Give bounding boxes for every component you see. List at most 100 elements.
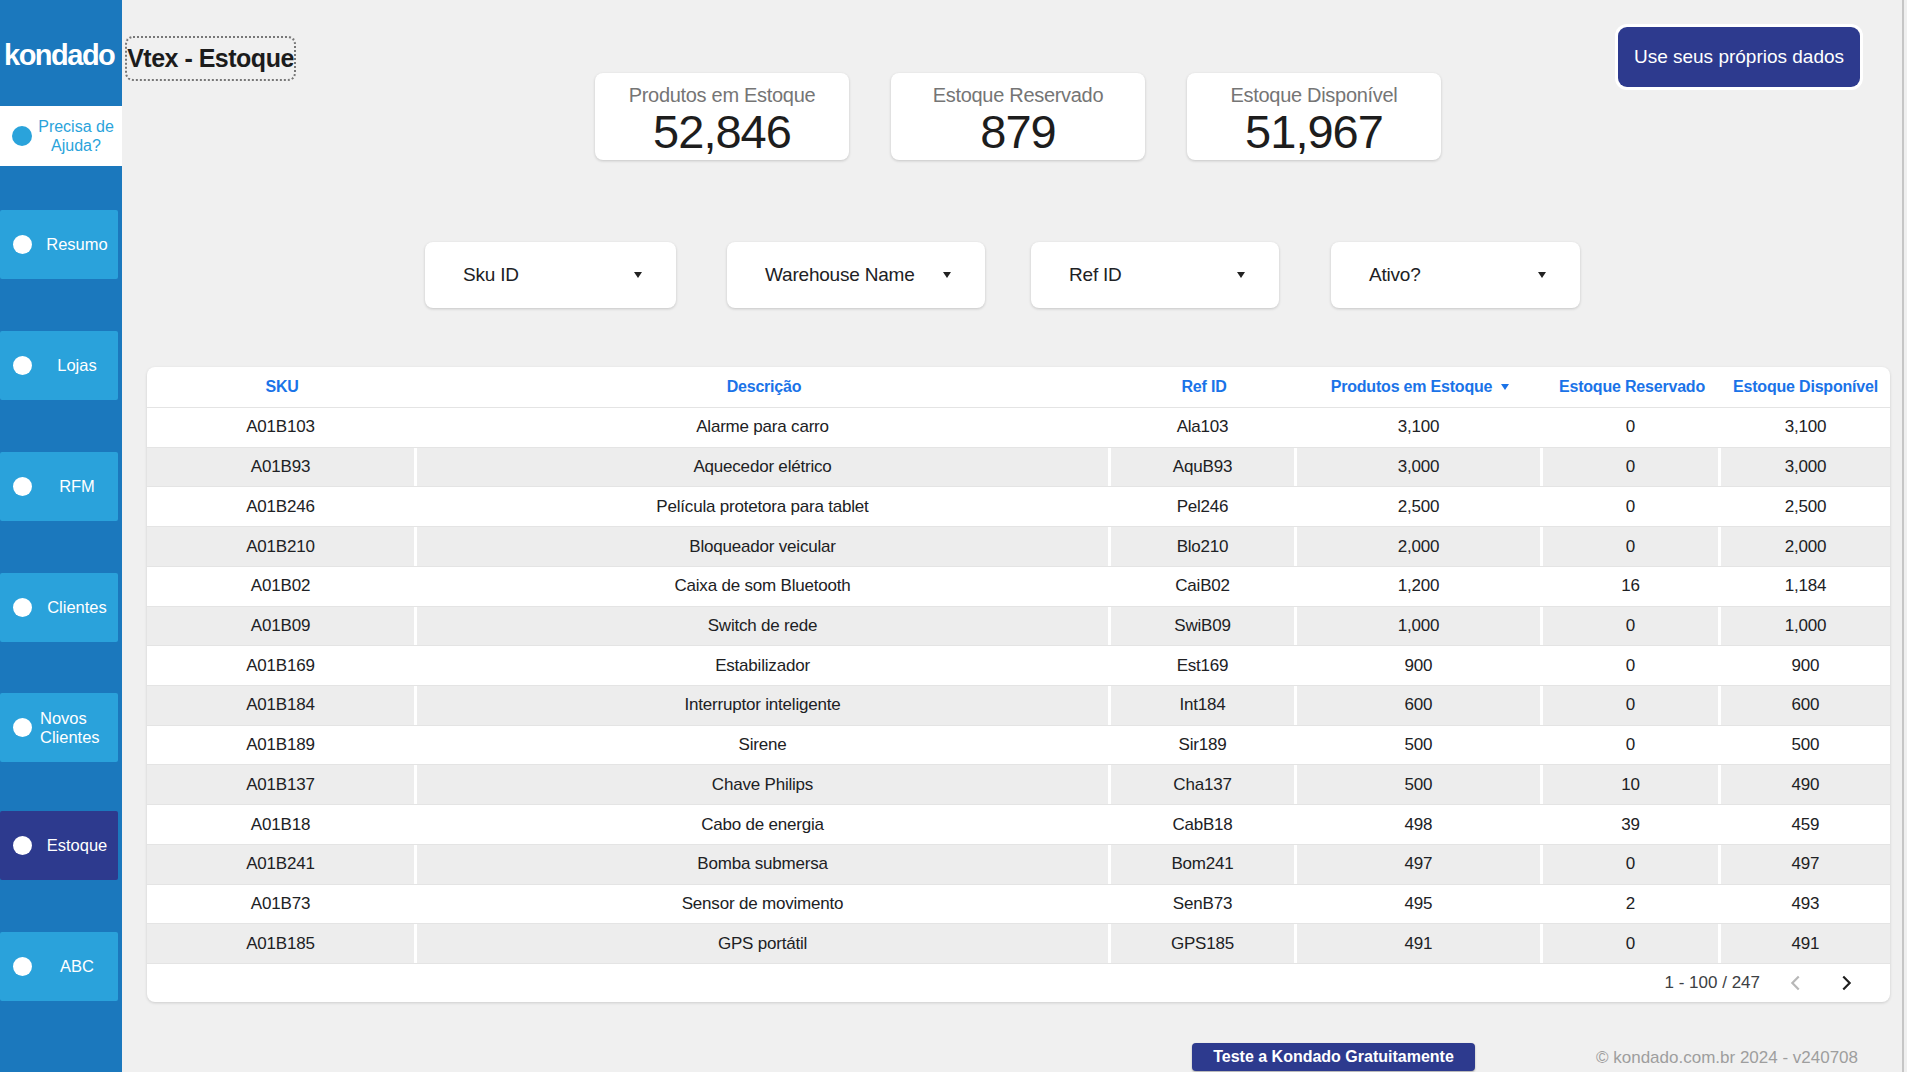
sidebar-item-clientes[interactable]: Clientes xyxy=(0,573,118,642)
table-cell: Ala103 xyxy=(1111,408,1297,447)
table-row: A01B189SireneSir1895000500 xyxy=(147,725,1890,765)
table-cell: Cha137 xyxy=(1111,765,1297,804)
sidebar-item-lojas[interactable]: Lojas xyxy=(0,331,118,400)
copyright-text: © kondado.com.br 2024 - v240708 xyxy=(1596,1048,1858,1068)
table-cell: Sensor de movimento xyxy=(417,885,1111,924)
table-cell: 900 xyxy=(1721,646,1890,685)
table-cell: 2,000 xyxy=(1297,527,1543,566)
table-cell: 1,000 xyxy=(1721,607,1890,646)
table-cell: Switch de rede xyxy=(417,607,1111,646)
table-cell: Aquecedor elétrico xyxy=(417,448,1111,487)
menu-dot-icon xyxy=(13,235,32,254)
table-row: A01B137Chave PhilipsCha13750010490 xyxy=(147,764,1890,804)
table-cell: 0 xyxy=(1543,607,1721,646)
table-cell: A01B137 xyxy=(147,765,417,804)
table-cell: 0 xyxy=(1543,408,1721,447)
sidebar-item-estoque[interactable]: Estoque xyxy=(0,811,118,880)
table-cell: Sirene xyxy=(417,726,1111,765)
table-cell: CaiB02 xyxy=(1111,567,1297,606)
column-header[interactable]: Descrição xyxy=(417,367,1111,407)
table-cell: A01B169 xyxy=(147,646,417,685)
table-cell: A01B02 xyxy=(147,567,417,606)
table-cell: 2 xyxy=(1543,885,1721,924)
kpi-value: 51,967 xyxy=(1187,107,1441,156)
menu-dot-icon xyxy=(13,957,32,976)
table-cell: Alarme para carro xyxy=(417,408,1111,447)
table-cell: 491 xyxy=(1721,924,1890,963)
table-cell: SwiB09 xyxy=(1111,607,1297,646)
chevron-down-icon xyxy=(634,272,642,278)
kpi-label: Estoque Reservado xyxy=(891,84,1145,107)
table-cell: A01B241 xyxy=(147,845,417,884)
inventory-table: SKUDescriçãoRef IDProdutos em EstoqueEst… xyxy=(147,367,1890,1002)
table-row: A01B73Sensor de movimentoSenB734952493 xyxy=(147,884,1890,924)
filter-ref-id[interactable]: Ref ID xyxy=(1031,242,1279,308)
table-cell: A01B189 xyxy=(147,726,417,765)
column-header[interactable]: Produtos em Estoque xyxy=(1297,367,1543,407)
table-cell: 0 xyxy=(1543,448,1721,487)
table-cell: A01B184 xyxy=(147,686,417,725)
kpi-value: 879 xyxy=(891,107,1145,156)
table-row: A01B18Cabo de energiaCabB1849839459 xyxy=(147,804,1890,844)
next-page-icon[interactable] xyxy=(1834,971,1858,995)
table-cell: A01B93 xyxy=(147,448,417,487)
table-cell: 2,500 xyxy=(1297,487,1543,526)
table-row: A01B241Bomba submersaBom2414970497 xyxy=(147,844,1890,884)
table-row: A01B103Alarme para carroAla1033,10003,10… xyxy=(147,407,1890,447)
table-cell: 0 xyxy=(1543,686,1721,725)
table-cell: 3,100 xyxy=(1721,408,1890,447)
table-cell: 2,000 xyxy=(1721,527,1890,566)
table-cell: 0 xyxy=(1543,845,1721,884)
sidebar-help[interactable]: Precisa de Ajuda? xyxy=(0,106,122,166)
kpi-card: Estoque Disponível51,967 xyxy=(1187,73,1441,160)
kpi-value: 52,846 xyxy=(595,107,849,156)
filter-sku-id[interactable]: Sku ID xyxy=(425,242,676,308)
table-cell: 10 xyxy=(1543,765,1721,804)
use-own-data-button[interactable]: Use seus próprios dados xyxy=(1618,27,1860,87)
table-cell: 600 xyxy=(1297,686,1543,725)
sidebar-item-resumo[interactable]: Resumo xyxy=(0,210,118,279)
table-cell: 1,184 xyxy=(1721,567,1890,606)
table-cell: AquB93 xyxy=(1111,448,1297,487)
table-cell: Pel246 xyxy=(1111,487,1297,526)
column-header[interactable]: Ref ID xyxy=(1111,367,1297,407)
menu-dot-icon xyxy=(13,718,32,737)
table-cell: 493 xyxy=(1721,885,1890,924)
sidebar-item-label: ABC xyxy=(36,957,118,976)
table-cell: A01B18 xyxy=(147,805,417,844)
report-title-box[interactable]: Vtex - Estoque xyxy=(125,36,296,81)
column-header[interactable]: SKU xyxy=(147,367,417,407)
sidebar-item-label: Lojas xyxy=(36,356,118,375)
sidebar-item-label: Clientes xyxy=(36,598,118,617)
table-cell: 3,000 xyxy=(1297,448,1543,487)
table-cell: 1,200 xyxy=(1297,567,1543,606)
column-header[interactable]: Estoque Reservado xyxy=(1543,367,1721,407)
table-row: A01B185GPS portátilGPS1854910491 xyxy=(147,923,1890,963)
prev-page-icon[interactable] xyxy=(1784,971,1808,995)
sidebar-item-rfm[interactable]: RFM xyxy=(0,452,118,521)
filter-warehouse-name[interactable]: Warehouse Name xyxy=(727,242,985,308)
table-cell: 0 xyxy=(1543,646,1721,685)
table-cell: Caixa de som Bluetooth xyxy=(417,567,1111,606)
table-cell: 497 xyxy=(1721,845,1890,884)
table-cell: 0 xyxy=(1543,924,1721,963)
table-cell: 0 xyxy=(1543,487,1721,526)
sidebar-item-abc[interactable]: ABC xyxy=(0,932,118,1001)
table-pagination: 1 - 100 / 247 xyxy=(147,963,1890,1002)
column-header[interactable]: Estoque Disponível xyxy=(1721,367,1890,407)
table-row: A01B02Caixa de som BluetoothCaiB021,200 1… xyxy=(147,566,1890,606)
table-cell: 459 xyxy=(1721,805,1890,844)
table-cell: Bomba submersa xyxy=(417,845,1111,884)
table-cell: SenB73 xyxy=(1111,885,1297,924)
table-header-row: SKUDescriçãoRef IDProdutos em EstoqueEst… xyxy=(147,367,1890,407)
table-cell: 0 xyxy=(1543,527,1721,566)
table-cell: CabB18 xyxy=(1111,805,1297,844)
table-row: A01B169EstabilizadorEst1699000900 xyxy=(147,645,1890,685)
help-dot-icon xyxy=(12,126,32,146)
sidebar-item-novos-clientes[interactable]: Novos Clientes xyxy=(0,693,118,762)
filter-ativo-[interactable]: Ativo? xyxy=(1331,242,1580,308)
table-cell: Estabilizador xyxy=(417,646,1111,685)
table-cell: 497 xyxy=(1297,845,1543,884)
help-label: Precisa de Ajuda? xyxy=(34,117,118,155)
free-trial-button[interactable]: Teste a Kondado Gratuitamente xyxy=(1192,1043,1475,1071)
